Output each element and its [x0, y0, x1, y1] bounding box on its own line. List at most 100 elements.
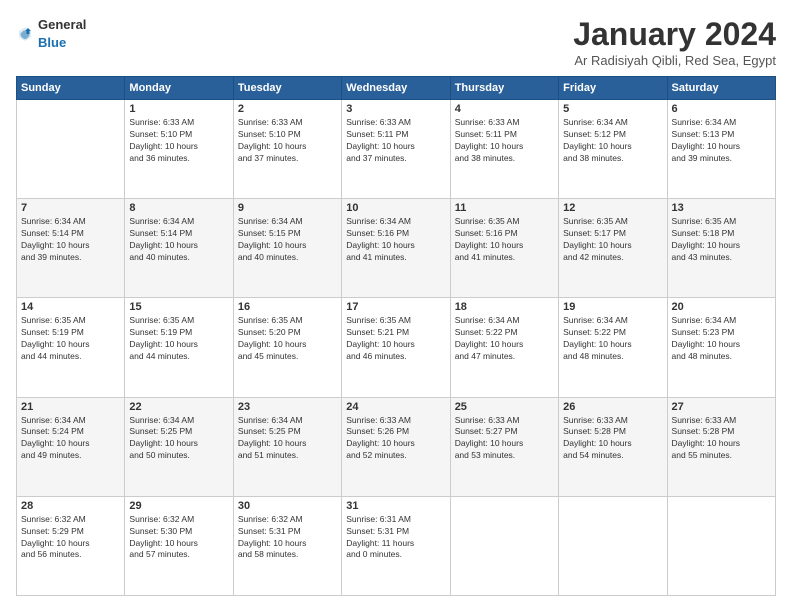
day-number: 23: [238, 401, 337, 413]
logo: General Blue: [16, 16, 86, 52]
title-block: January 2024 Ar Radisiyah Qibli, Red Sea…: [573, 16, 776, 68]
day-info: Sunrise: 6:32 AM Sunset: 5:29 PM Dayligh…: [21, 514, 120, 562]
day-info: Sunrise: 6:34 AM Sunset: 5:24 PM Dayligh…: [21, 415, 120, 463]
calendar-cell: 21 Sunrise: 6:34 AM Sunset: 5:24 PM Dayli…: [17, 397, 125, 496]
day-info: Sunrise: 6:33 AM Sunset: 5:26 PM Dayligh…: [346, 415, 445, 463]
calendar-cell: 30 Sunrise: 6:32 AM Sunset: 5:31 PM Dayli…: [233, 496, 341, 595]
col-header-saturday: Saturday: [667, 77, 775, 100]
day-info: Sunrise: 6:34 AM Sunset: 5:23 PM Dayligh…: [672, 315, 771, 363]
day-number: 22: [129, 401, 228, 413]
day-info: Sunrise: 6:34 AM Sunset: 5:25 PM Dayligh…: [238, 415, 337, 463]
day-info: Sunrise: 6:34 AM Sunset: 5:22 PM Dayligh…: [455, 315, 554, 363]
col-header-monday: Monday: [125, 77, 233, 100]
day-number: 13: [672, 202, 771, 214]
day-number: 20: [672, 301, 771, 313]
day-info: Sunrise: 6:34 AM Sunset: 5:13 PM Dayligh…: [672, 117, 771, 165]
col-header-tuesday: Tuesday: [233, 77, 341, 100]
day-info: Sunrise: 6:33 AM Sunset: 5:11 PM Dayligh…: [455, 117, 554, 165]
day-number: 28: [21, 500, 120, 512]
day-number: 5: [563, 103, 662, 115]
day-info: Sunrise: 6:34 AM Sunset: 5:25 PM Dayligh…: [129, 415, 228, 463]
day-info: Sunrise: 6:34 AM Sunset: 5:16 PM Dayligh…: [346, 216, 445, 264]
day-info: Sunrise: 6:35 AM Sunset: 5:18 PM Dayligh…: [672, 216, 771, 264]
calendar-cell: 28 Sunrise: 6:32 AM Sunset: 5:29 PM Dayli…: [17, 496, 125, 595]
day-number: 8: [129, 202, 228, 214]
calendar-cell: 20 Sunrise: 6:34 AM Sunset: 5:23 PM Dayli…: [667, 298, 775, 397]
calendar-cell: 5 Sunrise: 6:34 AM Sunset: 5:12 PM Daylig…: [559, 100, 667, 199]
calendar-cell: 16Sunrise: 6:35 AM Sunset: 5:20 PM Dayli…: [233, 298, 341, 397]
calendar-cell: 9 Sunrise: 6:34 AM Sunset: 5:15 PM Daylig…: [233, 199, 341, 298]
day-number: 16: [238, 301, 337, 313]
day-info: Sunrise: 6:34 AM Sunset: 5:12 PM Dayligh…: [563, 117, 662, 165]
logo-blue: Blue: [38, 35, 66, 50]
calendar-cell: [667, 496, 775, 595]
week-row-3: 21 Sunrise: 6:34 AM Sunset: 5:24 PM Dayli…: [17, 397, 776, 496]
calendar-cell: 25 Sunrise: 6:33 AM Sunset: 5:27 PM Dayli…: [450, 397, 558, 496]
day-number: 31: [346, 500, 445, 512]
day-number: 11: [455, 202, 554, 214]
calendar-cell: 1 Sunrise: 6:33 AM Sunset: 5:10 PM Daylig…: [125, 100, 233, 199]
calendar-cell: 24 Sunrise: 6:33 AM Sunset: 5:26 PM Dayli…: [342, 397, 450, 496]
day-number: 29: [129, 500, 228, 512]
calendar-cell: 17Sunrise: 6:35 AM Sunset: 5:21 PM Dayli…: [342, 298, 450, 397]
day-info: Sunrise: 6:33 AM Sunset: 5:10 PM Dayligh…: [238, 117, 337, 165]
calendar-cell: 8 Sunrise: 6:34 AM Sunset: 5:14 PM Daylig…: [125, 199, 233, 298]
header: General Blue January 2024 Ar Radisiyah Q…: [16, 16, 776, 68]
calendar-cell: 3Sunrise: 6:33 AM Sunset: 5:11 PM Daylig…: [342, 100, 450, 199]
calendar-cell: 2Sunrise: 6:33 AM Sunset: 5:10 PM Daylig…: [233, 100, 341, 199]
day-info: Sunrise: 6:35 AM Sunset: 5:19 PM Dayligh…: [21, 315, 120, 363]
day-number: 6: [672, 103, 771, 115]
col-header-sunday: Sunday: [17, 77, 125, 100]
calendar-title: January 2024: [573, 16, 776, 53]
col-header-friday: Friday: [559, 77, 667, 100]
week-row-2: 14 Sunrise: 6:35 AM Sunset: 5:19 PM Dayli…: [17, 298, 776, 397]
day-info: Sunrise: 6:33 AM Sunset: 5:27 PM Dayligh…: [455, 415, 554, 463]
day-number: 14: [21, 301, 120, 313]
logo-text: General Blue: [38, 16, 86, 52]
day-info: Sunrise: 6:35 AM Sunset: 5:16 PM Dayligh…: [455, 216, 554, 264]
calendar-cell: 29 Sunrise: 6:32 AM Sunset: 5:30 PM Dayli…: [125, 496, 233, 595]
calendar-cell: 22 Sunrise: 6:34 AM Sunset: 5:25 PM Dayli…: [125, 397, 233, 496]
day-number: 26: [563, 401, 662, 413]
day-info: Sunrise: 6:35 AM Sunset: 5:19 PM Dayligh…: [129, 315, 228, 363]
week-row-4: 28 Sunrise: 6:32 AM Sunset: 5:29 PM Dayli…: [17, 496, 776, 595]
calendar-cell: 13 Sunrise: 6:35 AM Sunset: 5:18 PM Dayli…: [667, 199, 775, 298]
day-number: 25: [455, 401, 554, 413]
day-info: Sunrise: 6:33 AM Sunset: 5:11 PM Dayligh…: [346, 117, 445, 165]
calendar-table: SundayMondayTuesdayWednesdayThursdayFrid…: [16, 76, 776, 596]
calendar-cell: 18Sunrise: 6:34 AM Sunset: 5:22 PM Dayli…: [450, 298, 558, 397]
calendar-cell: [559, 496, 667, 595]
day-number: 24: [346, 401, 445, 413]
day-info: Sunrise: 6:35 AM Sunset: 5:17 PM Dayligh…: [563, 216, 662, 264]
day-number: 27: [672, 401, 771, 413]
day-number: 1: [129, 103, 228, 115]
calendar-cell: 27Sunrise: 6:33 AM Sunset: 5:28 PM Dayli…: [667, 397, 775, 496]
day-number: 15: [129, 301, 228, 313]
calendar-cell: 11 Sunrise: 6:35 AM Sunset: 5:16 PM Dayli…: [450, 199, 558, 298]
week-row-0: 1 Sunrise: 6:33 AM Sunset: 5:10 PM Daylig…: [17, 100, 776, 199]
calendar-cell: 10Sunrise: 6:34 AM Sunset: 5:16 PM Dayli…: [342, 199, 450, 298]
calendar-cell: 26Sunrise: 6:33 AM Sunset: 5:28 PM Dayli…: [559, 397, 667, 496]
day-number: 9: [238, 202, 337, 214]
calendar-cell: 12 Sunrise: 6:35 AM Sunset: 5:17 PM Dayli…: [559, 199, 667, 298]
day-number: 19: [563, 301, 662, 313]
day-number: 4: [455, 103, 554, 115]
day-number: 12: [563, 202, 662, 214]
logo-general: General: [38, 17, 86, 32]
day-number: 30: [238, 500, 337, 512]
logo-icon: [16, 25, 34, 43]
calendar-cell: 23 Sunrise: 6:34 AM Sunset: 5:25 PM Dayli…: [233, 397, 341, 496]
day-info: Sunrise: 6:32 AM Sunset: 5:31 PM Dayligh…: [238, 514, 337, 562]
calendar-cell: 15 Sunrise: 6:35 AM Sunset: 5:19 PM Dayli…: [125, 298, 233, 397]
col-header-thursday: Thursday: [450, 77, 558, 100]
day-info: Sunrise: 6:34 AM Sunset: 5:14 PM Dayligh…: [129, 216, 228, 264]
day-number: 7: [21, 202, 120, 214]
calendar-cell: 31Sunrise: 6:31 AM Sunset: 5:31 PM Dayli…: [342, 496, 450, 595]
calendar-cell: 4 Sunrise: 6:33 AM Sunset: 5:11 PM Daylig…: [450, 100, 558, 199]
calendar-cell: 6 Sunrise: 6:34 AM Sunset: 5:13 PM Daylig…: [667, 100, 775, 199]
day-info: Sunrise: 6:34 AM Sunset: 5:15 PM Dayligh…: [238, 216, 337, 264]
day-info: Sunrise: 6:33 AM Sunset: 5:10 PM Dayligh…: [129, 117, 228, 165]
day-info: Sunrise: 6:32 AM Sunset: 5:30 PM Dayligh…: [129, 514, 228, 562]
calendar-cell: [17, 100, 125, 199]
day-number: 21: [21, 401, 120, 413]
